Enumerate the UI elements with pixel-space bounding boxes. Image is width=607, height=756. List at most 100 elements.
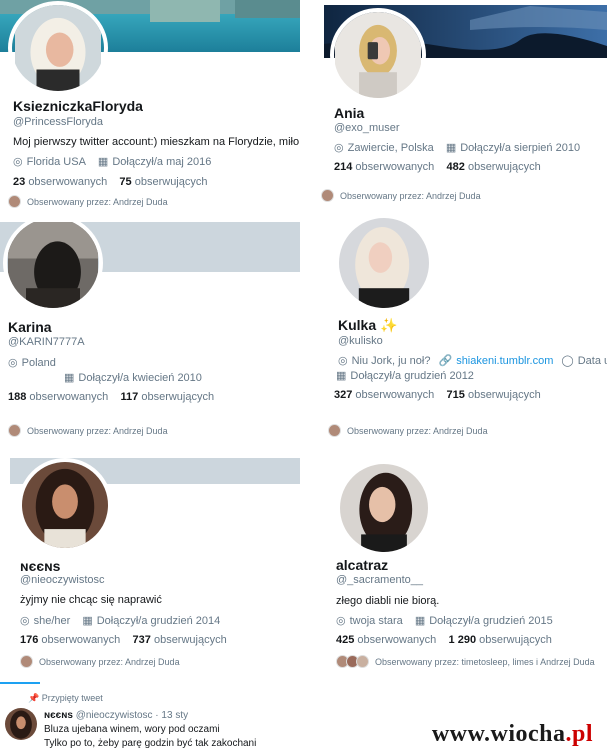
profile-website-link[interactable]: shiakeni.tumblr.com [456,355,553,367]
avatar[interactable] [336,460,432,556]
link-icon: 🔗 [438,355,453,367]
tweet-text-line-2: Tylko po to, żeby parę godzin być tak za… [44,738,257,749]
followers-link[interactable]: 117 obserwujących [121,391,215,403]
profile-location: twoja stara [349,614,403,627]
profile-name[interactable]: Kulka ✨ [338,317,397,334]
location-icon: ◎ [334,142,344,154]
tweet-text-line-1: Bluza ujebana winem, wory pod oczami [44,724,220,735]
profile-handle[interactable]: @nieoczywistosc [20,574,105,586]
profile-location-row: ◎ Poland [8,356,56,370]
balloon-icon: ◯ [561,355,574,367]
followers-link[interactable]: 482 obserwujących [447,161,541,173]
profile-location: Niu Jork, ju noł? [351,354,431,367]
profile-joined-row: ▦ Dołączył/a kwiecień 2010 [64,371,202,385]
following-link[interactable]: 327 obserwowanych [334,389,434,401]
profile-location: Florida USA [26,155,86,168]
following-link[interactable]: 176 obserwowanych [20,634,120,646]
location-icon: ◎ [336,615,346,627]
profile-stats: 176 obserwowanych 737 obserwujących [20,634,227,646]
avatar[interactable] [8,1,108,95]
pin-icon: 📌 [28,693,40,703]
profile-joined: Dołączył/a grudzień 2012 [350,369,474,382]
following-link[interactable]: 188 obserwowanych [8,391,108,403]
followed-by[interactable]: Obserwowany przez: Andrzej Duda [8,424,168,437]
profile-handle[interactable]: @PrincessFloryda [13,116,103,128]
followers-link[interactable]: 75 obserwujących [119,176,207,188]
follower-avatar [8,424,21,437]
profile-stats: 425 obserwowanych 1 290 obserwujących [336,634,552,646]
profile-card-ksiezniczkafloryda: KsiezniczkaFloryda @PrincessFloryda Moj … [0,0,300,212]
profile-card-ania: Ania @exo_muser ◎ Zawiercie, Polska ▦ Do… [320,0,607,205]
profile-handle[interactable]: @exo_muser [334,122,400,134]
profile-card-karina: Karina @KARIN7777A ◎ Poland ▦ Dołączył/a… [0,222,300,442]
profile-joined: Dołączył/a grudzień 2014 [96,614,221,627]
profile-location: she/her [33,614,71,627]
tweet-author[interactable]: ɴєєɴѕ [44,710,73,721]
profile-joined: Dołączył/a sierpień 2010 [460,141,581,154]
profile-stats: 188 obserwowanych 117 obserwujących [8,391,214,403]
profile-meta: ◎ Zawiercie, Polska ▦ Dołączył/a sierpie… [334,141,581,155]
pinned-label: 📌 Przypięty tweet [28,693,103,703]
followed-by[interactable]: Obserwowany przez: Andrzej Duda [321,189,481,202]
followed-by[interactable]: Obserwowany przez: Andrzej Duda [8,195,168,208]
profile-name[interactable]: ɴєєɴѕ [20,558,60,574]
tweet-avatar[interactable] [4,707,38,741]
calendar-icon: ▦ [82,615,93,627]
followers-link[interactable]: 1 290 obserwujących [449,634,552,646]
location-icon: ◎ [8,357,18,369]
followed-by[interactable]: Obserwowany przez: timetosleep, limes i … [336,655,595,668]
avatar[interactable] [330,8,426,102]
avatar[interactable] [3,222,103,312]
profile-bio: złego diabli nie biorą. [336,595,440,607]
profile-name[interactable]: KsiezniczkaFloryda [13,98,143,114]
location-icon: ◎ [20,615,30,627]
follower-avatar [328,424,341,437]
profile-name[interactable]: Ania [334,105,364,121]
following-link[interactable]: 425 obserwowanych [336,634,436,646]
follower-avatar [321,189,334,202]
profile-joined: Dołączył/a grudzień 2015 [429,614,553,627]
profile-bio: żyjmy nie chcąc się naprawić [20,594,162,606]
calendar-icon: ▦ [414,615,426,627]
calendar-icon: ▦ [97,156,109,168]
pinned-tweet[interactable]: 📌 Przypięty tweet ɴєєɴѕ @nieoczywistosc … [0,685,300,756]
profile-joined: Dołączył/a maj 2016 [112,155,212,168]
sparkle-icon: ✨ [380,317,398,333]
profile-stats: 214 obserwowanych 482 obserwujących [334,161,541,173]
profile-handle[interactable]: @kulisko [338,335,383,347]
calendar-icon: ▦ [64,372,75,384]
divider [0,682,40,684]
site-watermark: www.wiocha.pl [431,721,593,747]
profile-meta: ◎ Florida USA ▦ Dołączył/a maj 2016 [13,155,212,169]
profile-stats: 23 obserwowanych 75 obserwujących [13,176,208,188]
location-icon: ◎ [13,156,23,168]
profile-stats: 327 obserwowanych 715 obserwujących [334,389,541,401]
tweet-handle-time[interactable]: @nieoczywistosc · 13 sty [76,710,188,721]
profile-card-alcatraz: alcatraz @_sacramento__ złego diabli nie… [330,458,607,674]
profile-name[interactable]: Karina [8,319,52,335]
followed-by[interactable]: Obserwowany przez: Andrzej Duda [328,424,488,437]
tweet-header: ɴєєɴѕ @nieoczywistosc · 13 sty [44,710,188,721]
followed-by[interactable]: Obserwowany przez: Andrzej Duda [20,655,180,668]
profile-location: Zawiercie, Polska [347,141,434,154]
follower-avatar [8,195,21,208]
profile-location: Poland [21,356,56,369]
profile-joined-row: ▦ Dołączył/a grudzień 2012 [336,369,474,383]
following-link[interactable]: 214 obserwowanych [334,161,434,173]
profile-meta: ◎ twoja stara ▦ Dołączył/a grudzień 2015 [336,614,553,628]
follower-avatar [356,655,369,668]
avatar[interactable] [335,214,433,312]
profile-name[interactable]: alcatraz [336,557,388,573]
avatar[interactable] [18,458,112,552]
follower-avatar [20,655,33,668]
profile-bio: Moj pierwszy twitter account:) mieszkam … [13,136,300,148]
profile-handle[interactable]: @KARIN7777A [8,336,85,348]
profile-meta: ◎ she/her ▦ Dołączył/a grudzień 2014 [20,614,221,628]
following-link[interactable]: 23 obserwowanych [13,176,107,188]
profile-meta: ◎ Niu Jork, ju noł? 🔗 shiakeni.tumblr.co… [338,354,607,368]
profile-card-neens: ɴєєɴѕ @nieoczywistosc żyjmy nie chcąc si… [10,458,300,674]
followers-link[interactable]: 715 obserwujących [447,389,541,401]
profile-handle[interactable]: @_sacramento__ [336,574,423,586]
calendar-icon: ▦ [445,142,457,154]
followers-link[interactable]: 737 obserwujących [133,634,227,646]
